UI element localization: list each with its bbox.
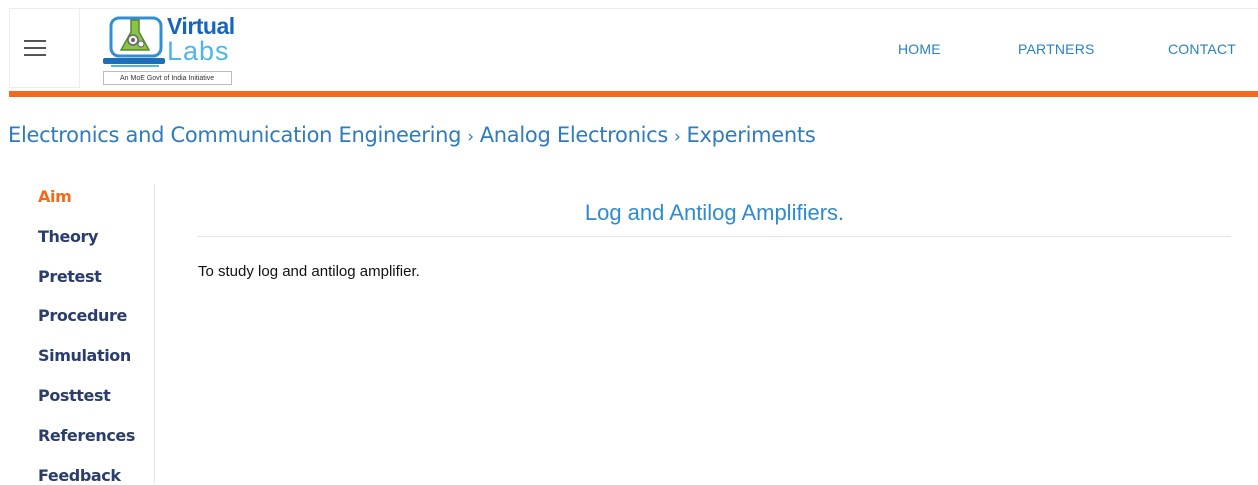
breadcrumb-item-experiments[interactable]: Experiments: [687, 123, 816, 147]
breadcrumb: Electronics and Communication Engineerin…: [8, 123, 816, 147]
sidebar-item-simulation[interactable]: Simulation: [38, 346, 131, 365]
sidebar-item-aim[interactable]: Aim: [38, 187, 72, 206]
breadcrumb-item-ece[interactable]: Electronics and Communication Engineerin…: [8, 123, 462, 147]
sidebar-item-pretest[interactable]: Pretest: [38, 267, 102, 286]
header-accent-bar: [9, 91, 1258, 97]
sidebar-item-theory[interactable]: Theory: [38, 227, 98, 246]
header-top-border: [80, 8, 1258, 9]
sidebar-item-procedure[interactable]: Procedure: [38, 306, 127, 325]
title-divider: [198, 236, 1231, 237]
aim-text: To study log and antilog amplifier.: [198, 263, 420, 280]
nav-home-link[interactable]: HOME: [898, 41, 941, 57]
nav-contact-link[interactable]: CONTACT: [1168, 41, 1236, 57]
breadcrumb-separator: ›: [467, 127, 474, 147]
breadcrumb-item-analog-electronics[interactable]: Analog Electronics: [480, 123, 669, 147]
sidebar-item-posttest[interactable]: Posttest: [38, 386, 111, 405]
experiment-sidebar: Aim Theory Pretest Procedure Simulation …: [38, 184, 155, 485]
site-header: Virtual Labs An MoE Govt of India Initia…: [0, 0, 1258, 90]
sidebar-item-references[interactable]: References: [38, 426, 135, 445]
logo-text-labs: Labs: [167, 36, 230, 66]
nav-partners-link[interactable]: PARTNERS: [1018, 41, 1095, 57]
sidebar-item-feedback[interactable]: Feedback: [38, 466, 121, 485]
logo-tagline: An MoE Govt of India Initiative: [120, 75, 215, 82]
breadcrumb-separator: ›: [674, 127, 681, 147]
experiment-title: Log and Antilog Amplifiers.: [584, 200, 845, 225]
hamburger-icon[interactable]: [24, 40, 46, 56]
